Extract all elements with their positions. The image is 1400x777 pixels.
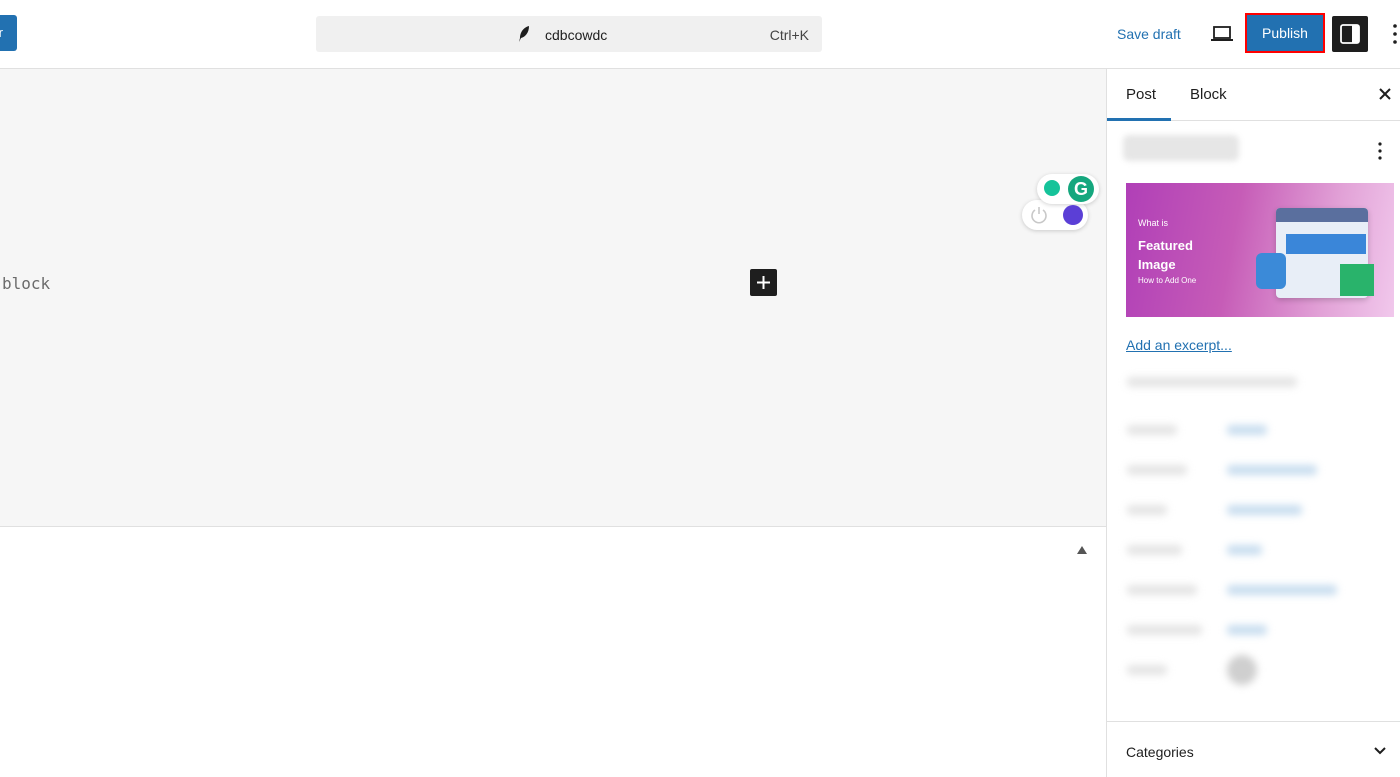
blurred-line: [1127, 505, 1167, 515]
featured-image[interactable]: What is Featured Image How to Add One: [1126, 183, 1394, 317]
blurred-line: [1227, 505, 1302, 515]
tab-post[interactable]: Post: [1126, 86, 1156, 103]
featured-image-subtitle: How to Add One: [1138, 276, 1197, 285]
featured-image-text-line2: Image: [1138, 257, 1176, 272]
chevron-down-icon[interactable]: [1373, 746, 1387, 756]
blurred-line: [1227, 425, 1267, 435]
post-actions-icon[interactable]: [1377, 141, 1383, 161]
blurred-line: [1227, 465, 1317, 475]
window-header-block: [1286, 234, 1366, 254]
featured-image-text-small: What is: [1138, 218, 1169, 228]
add-excerpt-link[interactable]: Add an excerpt...: [1126, 337, 1232, 353]
ai-assistant-icon[interactable]: [1063, 205, 1083, 225]
close-icon[interactable]: [1377, 86, 1393, 102]
blurred-line: [1127, 545, 1182, 555]
back-button[interactable]: r: [0, 15, 17, 51]
keyboard-shortcut-label: Ctrl+K: [769, 27, 809, 43]
save-draft-button[interactable]: Save draft: [1117, 26, 1181, 42]
blurred-line: [1227, 545, 1262, 555]
tab-block[interactable]: Block: [1190, 86, 1227, 103]
blurred-line: [1127, 425, 1177, 435]
preview-laptop-icon[interactable]: [1210, 24, 1234, 44]
more-options-icon[interactable]: [1390, 22, 1400, 46]
post-title-label: cdbcowdc: [545, 27, 608, 43]
featured-image-text-line1: Featured: [1138, 238, 1193, 253]
browser-window-illustration: [1276, 208, 1374, 298]
blurred-line: [1127, 585, 1197, 595]
meta-boxes-area: [0, 528, 1106, 777]
sidebar-tabs: Post Block: [1107, 69, 1400, 121]
post-panel-title-blurred: [1123, 135, 1239, 161]
command-palette-button[interactable]: cdbcowdc Ctrl+K: [316, 16, 822, 52]
grammarly-logo-icon[interactable]: G: [1068, 176, 1094, 202]
post-summary-blurred: [1117, 369, 1387, 699]
block-inserter-button[interactable]: [750, 269, 777, 296]
categories-label: Categories: [1126, 744, 1194, 760]
blurred-line: [1227, 625, 1267, 635]
editor-canvas: block G: [0, 69, 1106, 527]
blurred-line: [1127, 665, 1167, 675]
power-icon[interactable]: [1029, 205, 1049, 225]
grammarly-widget: G: [1022, 172, 1099, 230]
blurred-avatar: [1227, 655, 1257, 685]
block-placeholder-text[interactable]: block: [2, 274, 50, 293]
blurred-line: [1127, 377, 1297, 387]
sidebar-toggle-icon: [1340, 24, 1360, 44]
blurred-line: [1227, 585, 1337, 595]
grammarly-add-icon[interactable]: [1044, 180, 1060, 196]
categories-panel[interactable]: Categories: [1107, 721, 1400, 777]
publish-button[interactable]: Publish: [1245, 13, 1325, 53]
active-tab-indicator: [1107, 118, 1171, 121]
blurred-line: [1127, 465, 1187, 475]
blurred-line: [1127, 625, 1202, 635]
settings-sidebar-toggle-button[interactable]: [1332, 16, 1368, 52]
wordpress-logo-icon: [1256, 253, 1286, 289]
feather-icon: [519, 26, 529, 42]
plus-icon: [757, 276, 770, 289]
editor-top-bar: r cdbcowdc Ctrl+K Save draft Publish: [0, 0, 1400, 69]
settings-sidebar: Post Block What is Featured Image How to…: [1106, 69, 1400, 777]
window-bar: [1276, 208, 1368, 222]
collapse-caret-icon[interactable]: [1077, 546, 1087, 554]
window-image-block: [1340, 264, 1374, 296]
